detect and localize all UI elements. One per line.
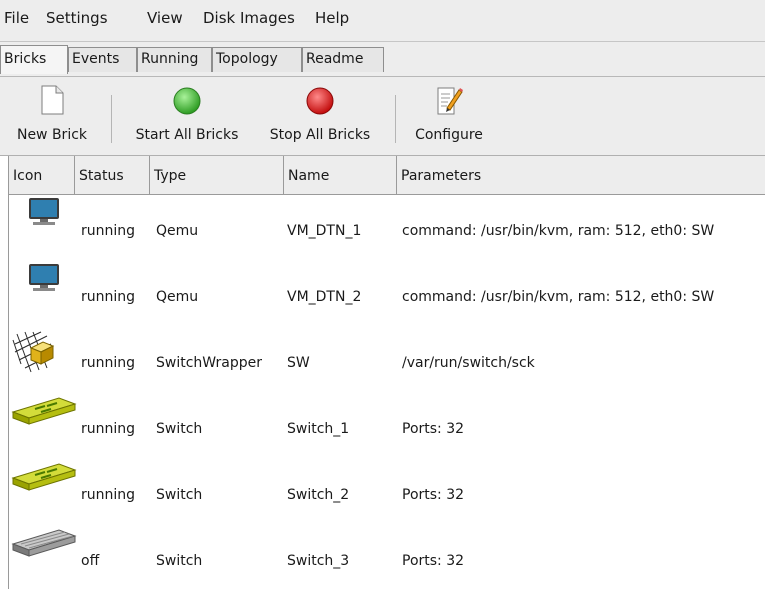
parameters-cell: /var/run/switch/sck xyxy=(402,355,535,371)
green-light-icon xyxy=(173,87,201,115)
red-light-icon xyxy=(306,87,334,115)
column-header-icon[interactable]: Icon xyxy=(9,156,75,194)
configure-button[interactable]: Configure xyxy=(404,77,494,155)
status-cell: running xyxy=(81,355,136,371)
table-row[interactable]: running Switch Switch_2 Ports: 32 xyxy=(9,458,765,524)
switch-active-icon xyxy=(11,397,77,425)
status-cell: running xyxy=(81,289,136,305)
table-row[interactable]: running Switch Switch_1 Ports: 32 xyxy=(9,392,765,458)
toolbar: New Brick Start All Bricks Stop All Bric… xyxy=(0,77,765,156)
tab-readme[interactable]: Readme xyxy=(302,47,384,72)
parameters-cell: command: /usr/bin/kvm, ram: 512, eth0: S… xyxy=(402,223,715,239)
start-all-button[interactable]: Start All Bricks xyxy=(120,77,254,155)
tab-running[interactable]: Running xyxy=(137,47,212,72)
status-cell: running xyxy=(81,223,136,239)
status-cell: off xyxy=(81,553,100,569)
new-brick-button[interactable]: New Brick xyxy=(0,77,104,155)
menu-disk-images[interactable]: Disk Images xyxy=(203,9,295,27)
parameters-cell: command: /usr/bin/kvm, ram: 512, eth0: S… xyxy=(402,289,715,305)
menu-settings[interactable]: Settings xyxy=(46,9,108,27)
tab-topology[interactable]: Topology xyxy=(212,47,302,72)
type-cell: Switch xyxy=(156,487,203,503)
column-header-status[interactable]: Status xyxy=(75,156,150,194)
table-row[interactable]: running SwitchWrapper SW /var/run/switch… xyxy=(9,326,765,392)
switch-active-icon xyxy=(11,463,77,491)
name-cell: Switch_2 xyxy=(287,487,350,503)
monitor-icon xyxy=(29,264,59,291)
status-cell: running xyxy=(81,421,136,437)
column-header-parameters[interactable]: Parameters xyxy=(397,156,765,194)
stop-all-button[interactable]: Stop All Bricks xyxy=(254,77,386,155)
name-cell: VM_DTN_2 xyxy=(287,289,362,305)
monitor-icon xyxy=(29,198,59,225)
new-brick-label: New Brick xyxy=(16,127,88,143)
edit-document-icon xyxy=(437,87,463,115)
menu-file[interactable]: File xyxy=(4,9,29,27)
tab-bar: Bricks Events Running Topology Readme xyxy=(0,42,765,77)
type-cell: Qemu xyxy=(156,223,199,239)
stop-all-label: Stop All Bricks xyxy=(269,127,371,143)
start-all-label: Start All Bricks xyxy=(135,127,239,143)
type-cell: SwitchWrapper xyxy=(156,355,262,371)
menu-help[interactable]: Help xyxy=(315,9,349,27)
name-cell: Switch_1 xyxy=(287,421,350,437)
parameters-cell: Ports: 32 xyxy=(402,553,465,569)
status-cell: running xyxy=(81,487,136,503)
switch-off-icon xyxy=(11,529,77,557)
name-cell: VM_DTN_1 xyxy=(287,223,362,239)
table-row[interactable]: running Qemu VM_DTN_2 command: /usr/bin/… xyxy=(9,260,765,326)
table-header: Icon Status Type Name Parameters xyxy=(9,156,765,195)
toolbar-separator xyxy=(395,95,396,143)
new-document-icon xyxy=(41,85,64,115)
column-header-name[interactable]: Name xyxy=(284,156,397,194)
type-cell: Switch xyxy=(156,421,203,437)
column-header-type[interactable]: Type xyxy=(150,156,284,194)
name-cell: SW xyxy=(287,355,310,371)
name-cell: Switch_3 xyxy=(287,553,350,569)
tab-bricks[interactable]: Bricks xyxy=(0,45,68,74)
parameters-cell: Ports: 32 xyxy=(402,487,465,503)
switch-wrapper-icon xyxy=(12,331,55,373)
menu-view[interactable]: View xyxy=(147,9,183,27)
table-row[interactable]: running Qemu VM_DTN_1 command: /usr/bin/… xyxy=(9,194,765,260)
tab-events[interactable]: Events xyxy=(68,47,137,72)
toolbar-separator xyxy=(111,95,112,143)
parameters-cell: Ports: 32 xyxy=(402,421,465,437)
type-cell: Qemu xyxy=(156,289,199,305)
configure-label: Configure xyxy=(415,127,483,143)
menu-bar: File Settings View Disk Images Help xyxy=(0,0,765,42)
type-cell: Switch xyxy=(156,553,203,569)
bricks-table: Icon Status Type Name Parameters running… xyxy=(8,156,765,589)
table-row[interactable]: off Switch Switch_3 Ports: 32 xyxy=(9,524,765,589)
